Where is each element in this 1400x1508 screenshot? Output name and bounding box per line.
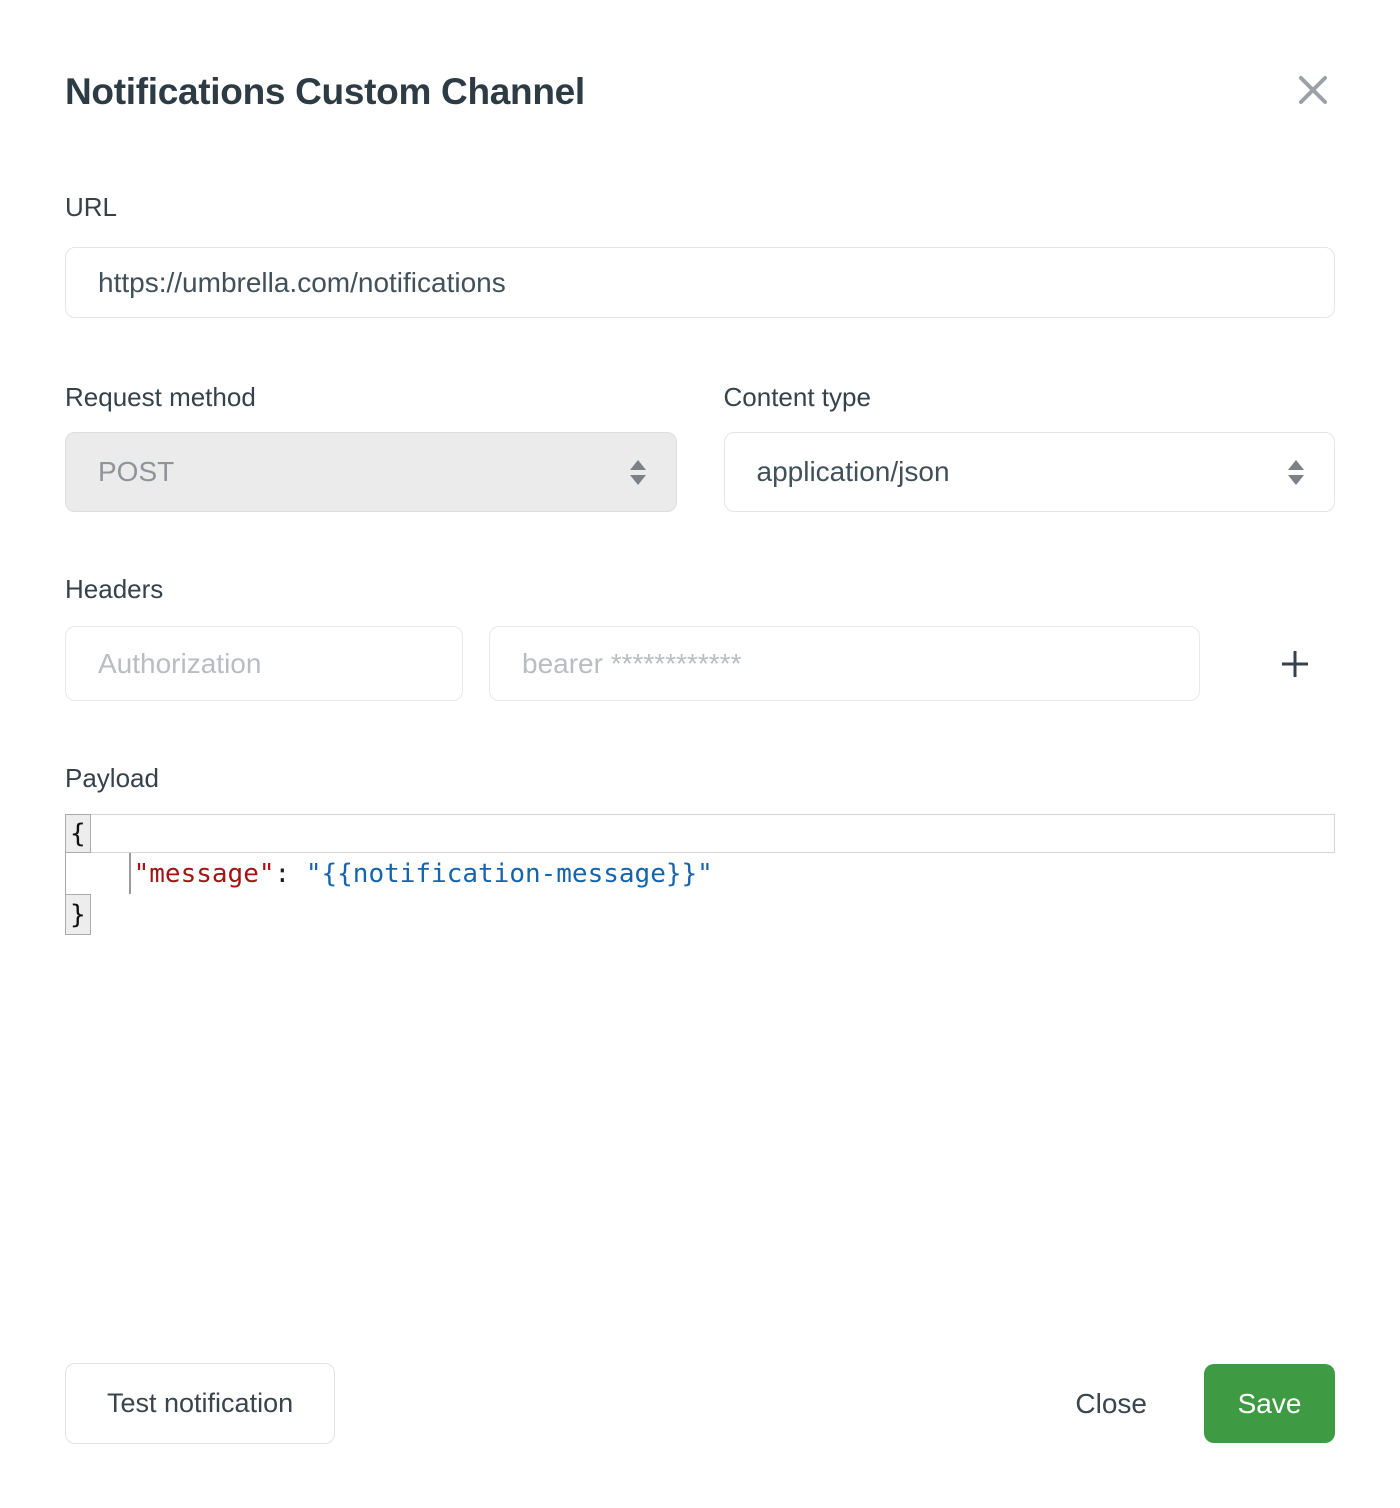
save-button[interactable]: Save [1204, 1364, 1335, 1443]
content-type-label: Content type [724, 382, 1336, 412]
code-token-key: "message" [134, 859, 275, 889]
test-notification-button[interactable]: Test notification [65, 1363, 335, 1444]
content-type-select[interactable]: application/json [724, 432, 1336, 512]
payload-label: Payload [65, 763, 1335, 793]
code-line-1: { [65, 814, 1335, 853]
headers-label: Headers [65, 574, 1335, 604]
notifications-custom-channel-modal: Notifications Custom Channel URL Request… [0, 0, 1400, 1508]
close-icon [1295, 72, 1331, 108]
open-brace-highlight: { [65, 814, 91, 853]
header-value-input[interactable] [489, 626, 1200, 701]
modal-footer: Test notification Close Save [65, 1363, 1335, 1444]
close-brace-highlight: } [65, 894, 91, 935]
text-cursor [129, 853, 131, 894]
request-method-select[interactable]: POST [65, 432, 677, 512]
content-type-column: Content type application/json [724, 382, 1336, 512]
url-label: URL [65, 192, 1335, 222]
code-token-separator: : [275, 859, 306, 889]
modal-header: Notifications Custom Channel [65, 0, 1335, 116]
headers-row [65, 626, 1335, 701]
chevron-up-down-icon [1288, 460, 1304, 485]
request-method-label: Request method [65, 382, 677, 412]
modal-title: Notifications Custom Channel [65, 68, 585, 116]
request-method-value: POST [98, 456, 174, 488]
url-input[interactable] [65, 247, 1335, 318]
code-line-2: "message": "{{notification-message}}" [65, 853, 1335, 894]
header-name-input[interactable] [65, 626, 463, 701]
payload-code-editor[interactable]: { "message": "{{notification-message}}" … [65, 814, 1335, 935]
method-content-row: Request method POST Content type applica… [65, 382, 1335, 512]
code-indent [66, 859, 129, 889]
chevron-up-down-icon [630, 460, 646, 485]
close-footer-button[interactable]: Close [1075, 1388, 1147, 1420]
code-token-value: "{{notification-message}}" [306, 859, 713, 889]
code-line-3: } [65, 894, 1335, 935]
add-header-button[interactable] [1271, 640, 1319, 688]
plus-icon [1280, 649, 1310, 679]
request-method-column: Request method POST [65, 382, 677, 512]
close-button[interactable] [1291, 68, 1335, 112]
content-type-value: application/json [757, 456, 950, 488]
